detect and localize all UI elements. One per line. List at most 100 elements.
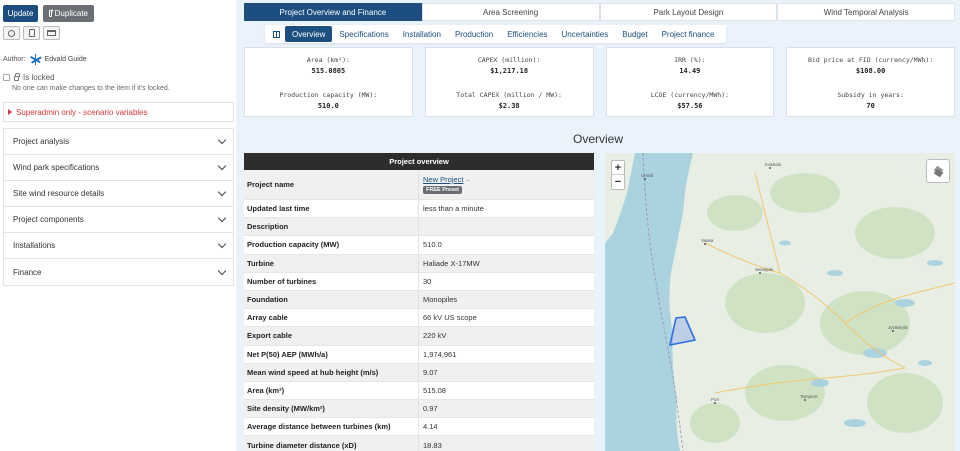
update-button[interactable]: Update [3,5,38,22]
document-button[interactable] [23,26,40,40]
row-value: New Project ⇔ FREE Preset [419,170,594,199]
subtab-production[interactable]: Production [448,26,500,42]
subtab-overview[interactable]: Overview [285,26,333,42]
row-key: Array cable [244,309,419,327]
author-label: Author: [3,56,26,63]
table-row: Export cable 220 kV [244,327,594,346]
row-key: Updated last time [244,200,419,218]
subtab-installation[interactable]: Installation [396,26,448,42]
row-value: 9.07 [423,367,438,377]
town-label: Pori [711,397,720,402]
book-button[interactable] [269,26,283,42]
zoom-in-button[interactable]: + [612,161,624,175]
kpi-value: 70 [866,102,875,110]
row-key: Turbine [244,254,419,272]
subtab-uncertainties[interactable]: Uncertainties [555,26,616,42]
duplicate-button[interactable]: Duplicate [43,5,94,22]
main-content: Project Overview and Finance Area Screen… [236,0,960,451]
author-name: Edvald Guide [44,56,87,63]
tool-icons [3,26,60,40]
row-key: Export cable [244,327,419,345]
row-value: 510.0 [423,240,442,250]
table-row: Turbine diameter distance (xD) 18.83 [244,436,594,451]
locked-checkbox[interactable] [3,74,10,81]
town-label: Umeå [641,173,654,178]
tab-wind-temporal-analysis[interactable]: Wind Temporal Analysis [777,3,955,21]
locked-toggle[interactable]: Is locked [3,73,55,82]
row-key: Foundation [244,290,419,309]
gear-icon [8,29,15,37]
locked-label: Is locked [23,73,55,82]
zoom-out-button[interactable]: − [612,175,624,189]
accordion-project-analysis[interactable]: Project analysis [4,129,233,155]
chevron-down-icon [217,187,227,197]
accordion-site-wind-resource[interactable]: Site wind resource details [4,181,233,207]
row-value: 4.14 [423,422,438,432]
layers-button[interactable] [926,159,950,183]
table-row: Average distance between turbines (km) 4.… [244,418,594,437]
duplicate-label: Duplicate [54,9,88,18]
accordion-project-components[interactable]: Project components [4,207,233,233]
file-icon [28,29,35,37]
zoom-control: + − [611,160,625,190]
accordion-label: Finance [13,267,42,277]
kpi-label: Area (km²): [306,56,350,64]
subtab-specifications[interactable]: Specifications [332,26,395,42]
tab-area-screening[interactable]: Area Screening [421,3,600,21]
accordion-label: Project analysis [13,137,70,146]
row-value: 1,974,961 [423,349,457,359]
accordion-wind-park-specifications[interactable]: Wind park specifications [4,155,233,181]
project-name-link[interactable]: New Project [423,175,463,184]
kpi-value: $57.56 [677,102,703,110]
main-tabs: Project Overview and Finance Area Screen… [244,3,955,21]
row-key: Number of turbines [244,272,419,290]
action-buttons: Update Duplicate [3,5,94,22]
table-header: Project overview [244,153,594,170]
chevron-down-icon [217,266,227,275]
row-value: 515.08 [423,385,446,395]
subtab-budget[interactable]: Budget [615,26,654,42]
row-value: less than a minute [423,204,484,214]
tab-project-overview[interactable]: Project Overview and Finance [244,3,422,21]
kpi-label: LCOE (currency/MWh): [650,91,730,99]
kpi-value: 510.0 [317,102,339,110]
kpi-value: $108.00 [855,67,886,75]
duplicate-icon [49,8,53,17]
row-key: Area (km²) [244,381,419,400]
turbine-logo-icon [29,53,42,66]
map-view[interactable]: Umeå Kokkola Vaasa Seinäjoki Jyväskylä P… [605,153,955,451]
subtab-efficiencies[interactable]: Efficiencies [500,26,554,42]
row-key: Project name [244,170,419,199]
table-row: Array cable 66 kV US scope [244,309,594,328]
accordion-installations[interactable]: Installations [4,233,233,259]
tab-park-layout-design[interactable]: Park Layout Design [599,3,778,21]
subtab-project-finance[interactable]: Project finance [655,26,722,42]
accordion-label: Installations [13,241,56,250]
free-preset-badge: FREE Preset [423,186,463,194]
kpi-card: Area (km²): 515.0805 Production capacity… [244,47,413,117]
town-label: Tampere [800,394,818,399]
table-row: Updated last time less than a minute [244,200,594,219]
row-value: Haliade X-17MW [423,258,480,268]
table-row: Mean wind speed at hub height (m/s) 9.07 [244,363,594,382]
row-value: 0.97 [423,404,438,414]
row-key: Mean wind speed at hub height (m/s) [244,363,419,381]
row-value: 30 [423,276,432,286]
settings-button[interactable] [3,26,20,40]
accordion-label: Project components [13,215,84,224]
sidebar-accordion: Project analysis Wind park specification… [3,128,234,286]
accordion-label: Wind park specifications [13,163,100,172]
author: Author: Edvald Guide [3,53,87,66]
project-overview-table: Project overview Project name New Projec… [244,153,594,451]
town-label: Kokkola [765,162,782,167]
kpi-value: 14.49 [679,67,701,75]
caret-right-icon [8,109,12,115]
superadmin-section[interactable]: Superadmin only - scenario variables [3,102,234,122]
table-body: Project name New Project ⇔ FREE Preset U… [244,170,594,451]
accordion-finance[interactable]: Finance [4,259,233,285]
link-icon: ⇔ [465,178,472,184]
kpi-label: Total CAPEX (million / MW): [456,91,562,99]
table-row: Project name New Project ⇔ FREE Preset [244,170,594,200]
table-button[interactable] [43,26,60,40]
row-key: Average distance between turbines (km) [244,418,419,436]
